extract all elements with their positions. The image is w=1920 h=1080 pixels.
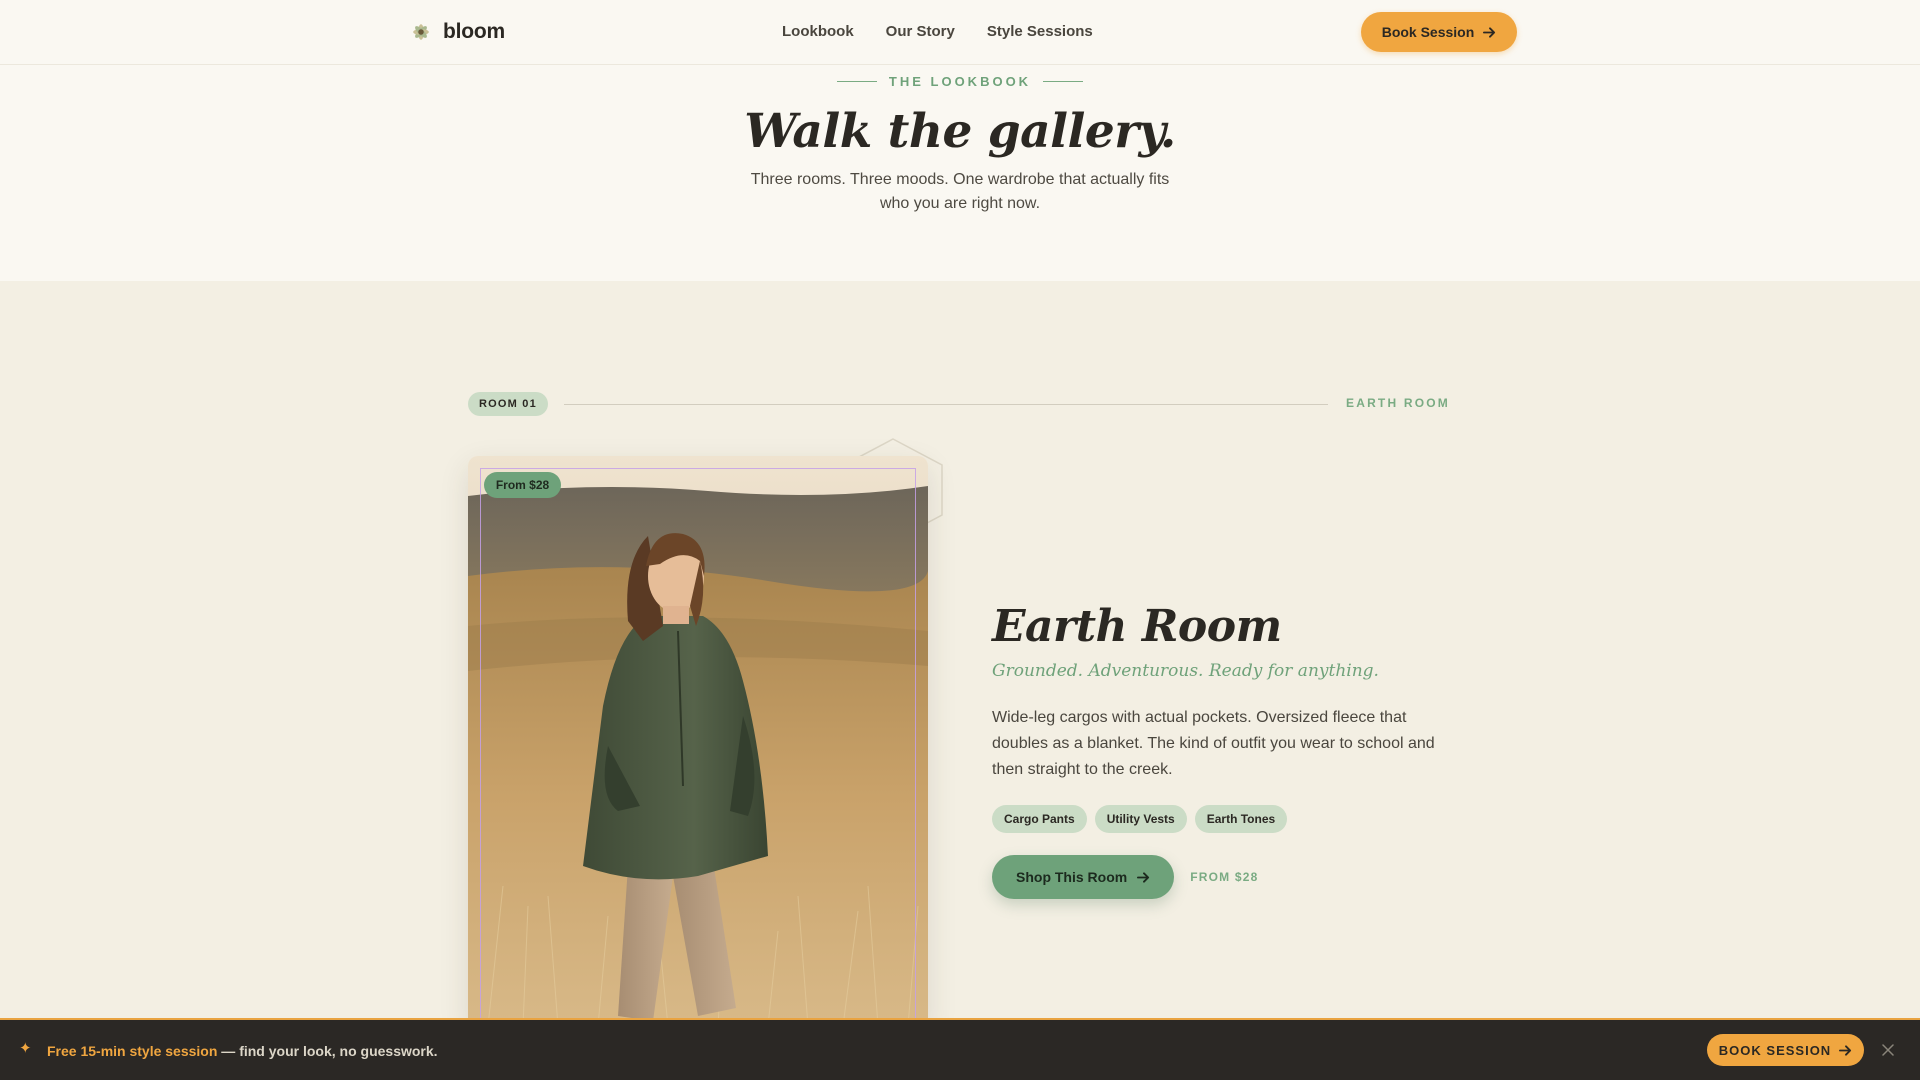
arrow-right-icon	[1137, 871, 1150, 883]
nav-link-lookbook[interactable]: Lookbook	[782, 22, 854, 42]
promo-bar: ✦ Free 15-min style session — find your …	[0, 1018, 1920, 1080]
room-label: EARTH ROOM	[1346, 396, 1450, 410]
child-in-field-photo	[468, 456, 928, 1026]
sparkle-icon: ✦	[19, 1040, 32, 1057]
shop-this-room-button[interactable]: Shop This Room	[992, 855, 1175, 899]
eyebrow-line-left	[836, 81, 877, 82]
hero-section: THE LOOKBOOK Walk the gallery. Three roo…	[0, 66, 1920, 281]
close-icon	[1882, 1044, 1894, 1056]
promo-book-session-button[interactable]: BOOK SESSION	[1707, 1034, 1864, 1066]
photo-price-badge: From $28	[484, 472, 561, 498]
eyebrow-text: THE LOOKBOOK	[888, 74, 1032, 89]
promo-highlight: Free 15-min style session	[47, 1043, 218, 1059]
room-photo-card[interactable]: From $28	[468, 456, 928, 1026]
logo-text: bloom	[443, 20, 505, 43]
cta-price: FROM $28	[1190, 870, 1259, 884]
tag-cargo-pants[interactable]: Cargo Pants	[992, 805, 1087, 833]
room-title: Earth Room	[992, 601, 1282, 652]
room-description: Wide-leg cargos with actual pockets. Ove…	[992, 709, 1435, 778]
flower-icon	[413, 24, 429, 40]
promo-text: Free 15-min style session — find your lo…	[47, 1042, 438, 1060]
main-nav: Lookbook Our Story Style Sessions	[782, 22, 1093, 42]
hero-title: Walk the gallery.	[744, 104, 1176, 159]
promo-close-button[interactable]	[1878, 1040, 1898, 1060]
book-session-button[interactable]: Book Session	[1361, 12, 1517, 52]
nav-link-our-story[interactable]: Our Story	[886, 22, 955, 42]
tag-utility-vests[interactable]: Utility Vests	[1094, 805, 1187, 833]
room-info: Earth Room Grounded. Adventurous. Ready …	[992, 601, 1462, 899]
nav-link-style-sessions[interactable]: Style Sessions	[987, 22, 1093, 42]
site-header: bloom Lookbook Our Story Style Sessions …	[0, 0, 1920, 65]
tag-earth-tones[interactable]: Earth Tones	[1194, 805, 1288, 833]
room-tagline: Grounded. Adventurous. Ready for anythin…	[992, 661, 1379, 681]
arrow-right-icon	[1839, 1044, 1852, 1056]
arrow-right-icon	[1483, 26, 1496, 38]
eyebrow-line-right	[1043, 81, 1084, 82]
hero-eyebrow: THE LOOKBOOK	[0, 74, 1920, 89]
room-number-badge: ROOM 01	[468, 392, 548, 416]
logo[interactable]: bloom	[410, 19, 505, 45]
cta-row: Shop This Room FROM $28	[992, 855, 1462, 899]
hero-subtitle: Three rooms. Three moods. One wardrobe t…	[750, 171, 1170, 212]
earth-room-section: ROOM 01 EARTH ROOM From $28 Earth Room G…	[0, 281, 1920, 1026]
room-divider	[564, 404, 1328, 405]
shop-this-room-label: Shop This Room	[1016, 869, 1128, 885]
book-session-label: Book Session	[1381, 24, 1475, 40]
promo-book-label: BOOK SESSION	[1718, 1042, 1832, 1058]
style-tags: Cargo Pants Utility Vests Earth Tones	[992, 805, 1462, 833]
promo-rest: — find your look, no guesswork.	[217, 1043, 438, 1059]
